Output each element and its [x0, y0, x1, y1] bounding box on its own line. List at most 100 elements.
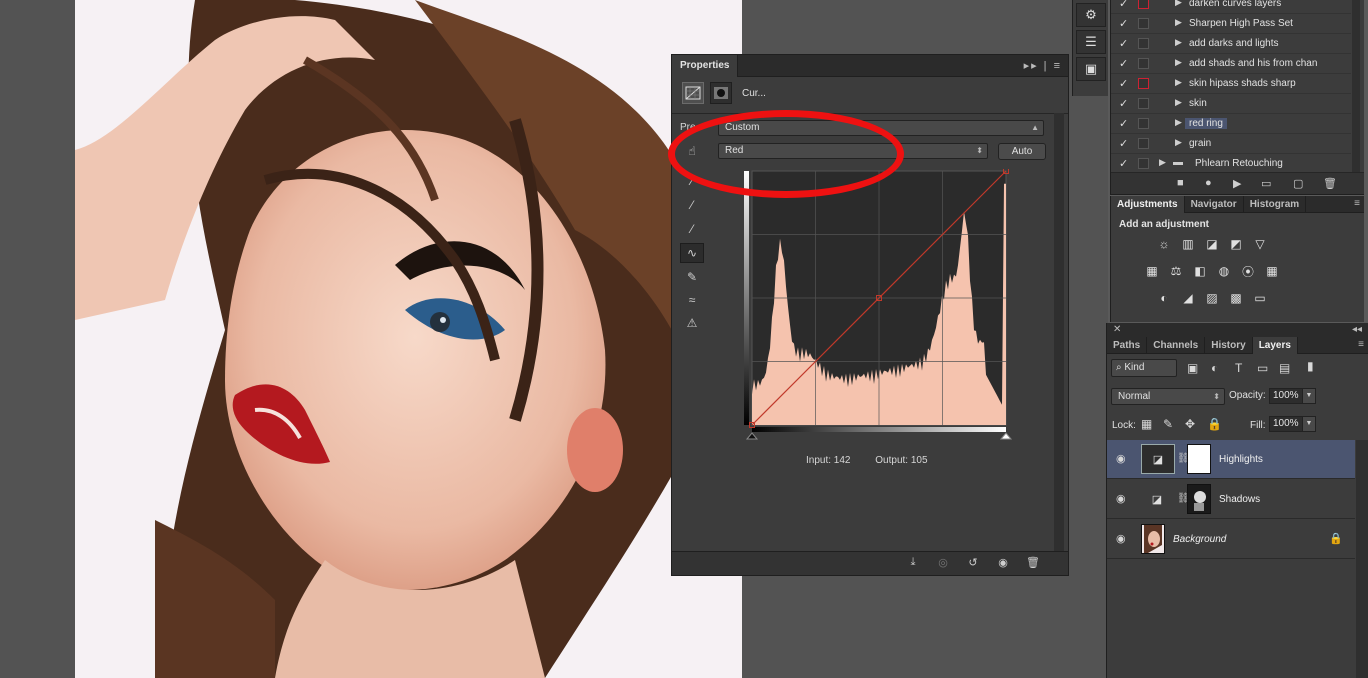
pencil-draw-icon[interactable]: ✎ — [680, 267, 704, 287]
tab-layers[interactable]: Layers — [1252, 337, 1298, 354]
type-filter-icon[interactable]: T — [1235, 361, 1242, 375]
view-previous-icon[interactable]: ◎ — [934, 556, 952, 572]
folder-icon[interactable]: ▭ — [1261, 177, 1271, 190]
properties-icon[interactable]: ☰ — [1076, 30, 1106, 54]
action-row[interactable]: ✓ ▶ Sharpen High Pass Set — [1111, 14, 1351, 34]
filter-toggle-icon[interactable]: ▮ — [1307, 359, 1314, 373]
channel-mixer-icon[interactable]: ⦿ — [1239, 263, 1257, 279]
visibility-eye-icon[interactable]: ◉ — [1116, 452, 1126, 465]
record-icon[interactable]: ● — [1205, 177, 1212, 189]
trash-icon[interactable]: 🗑 — [1323, 177, 1337, 190]
brightness-contrast-icon[interactable]: ☼ — [1155, 236, 1173, 252]
dialog-toggle-box[interactable] — [1138, 0, 1149, 9]
collapse-icon[interactable]: ◂◂ — [1352, 324, 1362, 335]
dialog-toggle-box[interactable] — [1138, 158, 1149, 169]
visibility-eye-icon[interactable]: ◉ — [994, 556, 1012, 572]
action-label[interactable]: darken curves layers — [1189, 0, 1281, 9]
panel-menu-icon[interactable]: ▸▸ | ≡ — [1024, 59, 1062, 72]
dialog-toggle-box[interactable] — [1138, 138, 1149, 149]
expand-triangle-icon[interactable]: ▶ — [1175, 17, 1182, 28]
panel-menu-icon[interactable]: ≡ — [1354, 198, 1360, 209]
hue-saturation-icon[interactable]: ▦ — [1143, 263, 1161, 279]
white-point-eyedropper-icon[interactable]: ⁄ — [680, 219, 704, 239]
visibility-eye-icon[interactable]: ◉ — [1116, 532, 1126, 545]
check-icon[interactable]: ✓ — [1119, 117, 1131, 130]
close-icon[interactable]: ✕ — [1113, 324, 1121, 335]
lock-transparent-icon[interactable]: ▦ — [1141, 417, 1152, 431]
filter-kind-dropdown[interactable]: ⌕ Kind — [1111, 359, 1177, 377]
tab-channels[interactable]: Channels — [1147, 337, 1206, 354]
tab-navigator[interactable]: Navigator — [1185, 196, 1244, 213]
properties-scrollbar[interactable] — [1054, 113, 1064, 551]
dialog-toggle-box[interactable] — [1138, 118, 1149, 129]
action-row[interactable]: ✓ ▶ red ring — [1111, 114, 1351, 134]
layer-row-shadows[interactable]: ◉ ◪ ⛓ Shadows — [1107, 480, 1355, 519]
lock-all-icon[interactable]: 🔒 — [1207, 417, 1222, 431]
action-row[interactable]: ✓ ▶ add shads and his from chan — [1111, 54, 1351, 74]
action-label[interactable]: skin — [1189, 98, 1207, 109]
curves-adjustment-icon[interactable] — [682, 82, 704, 104]
threshold-icon[interactable]: ▨ — [1203, 290, 1221, 306]
tab-properties[interactable]: Properties — [672, 55, 739, 77]
blend-mode-dropdown[interactable]: Normal ⬍ — [1111, 388, 1225, 405]
action-label[interactable]: Phlearn Retouching — [1195, 158, 1283, 169]
tab-history[interactable]: History — [1205, 337, 1253, 354]
layer-row-background[interactable]: ◉ Background 🔒 — [1107, 520, 1355, 559]
curves-graph[interactable] — [744, 168, 1014, 445]
new-action-icon[interactable]: ▢ — [1293, 177, 1303, 190]
pixel-filter-icon[interactable]: ▣ — [1187, 361, 1198, 375]
layer-name[interactable]: Background — [1173, 534, 1226, 545]
layer-name[interactable]: Highlights — [1219, 454, 1263, 465]
fill-slider-arrow-icon[interactable]: ▼ — [1302, 416, 1316, 432]
reset-icon[interactable]: ↺ — [964, 556, 982, 572]
white-layer-mask[interactable] — [1187, 444, 1211, 474]
check-icon[interactable]: ✓ — [1119, 77, 1131, 90]
auto-button[interactable]: Auto — [998, 143, 1046, 160]
photo-layer-mask[interactable] — [1187, 484, 1211, 514]
actions-scrollbar[interactable] — [1352, 0, 1360, 172]
portrait-photo[interactable] — [75, 0, 742, 678]
tab-histogram[interactable]: Histogram — [1244, 196, 1307, 213]
check-icon[interactable]: ✓ — [1119, 97, 1131, 110]
expand-triangle-icon[interactable]: ▶ — [1175, 57, 1182, 68]
lock-position-icon[interactable]: ✥ — [1185, 417, 1195, 431]
visibility-eye-icon[interactable]: ◉ — [1116, 492, 1126, 505]
dialog-toggle-box[interactable] — [1138, 38, 1149, 49]
smart-object-filter-icon[interactable]: ▤ — [1279, 361, 1290, 375]
shape-filter-icon[interactable]: ▭ — [1257, 361, 1268, 375]
check-icon[interactable]: ✓ — [1119, 137, 1131, 150]
action-row[interactable]: ✓ ▶ skin hipass shads sharp — [1111, 74, 1351, 94]
vibrance-icon[interactable]: ▽ — [1251, 236, 1269, 252]
tool-presets-icon[interactable]: ⚙ — [1076, 3, 1106, 27]
adjustment-filter-icon[interactable]: ◐ — [1211, 361, 1218, 375]
black-white-icon[interactable]: ◧ — [1191, 263, 1209, 279]
layers-scrollbar[interactable] — [1356, 440, 1368, 678]
action-label[interactable]: add shads and his from chan — [1189, 58, 1317, 69]
check-icon[interactable]: ✓ — [1119, 37, 1131, 50]
curve-point-tool-icon[interactable]: ∿ — [680, 243, 704, 263]
expand-triangle-icon[interactable]: ▶ — [1159, 157, 1166, 168]
action-label[interactable]: grain — [1189, 138, 1211, 149]
layer-mask-icon[interactable] — [710, 82, 732, 104]
clipping-warning-icon[interactable]: ⚠ — [680, 313, 704, 333]
posterize-icon[interactable]: ◢ — [1179, 290, 1197, 306]
expand-triangle-icon[interactable]: ▶ — [1175, 77, 1182, 88]
levels-icon[interactable]: ▥ — [1179, 236, 1197, 252]
panel-menu-icon[interactable]: ≡ — [1358, 339, 1364, 350]
gradient-map-icon[interactable]: ▭ — [1251, 290, 1269, 306]
action-label[interactable]: red ring — [1185, 118, 1227, 129]
action-label[interactable]: Sharpen High Pass Set — [1189, 18, 1293, 29]
photo-filter-icon[interactable]: ◍ — [1215, 263, 1233, 279]
curves-icon[interactable]: ◪ — [1203, 236, 1221, 252]
layer-name[interactable]: Shadows — [1219, 494, 1260, 505]
clip-to-layer-icon[interactable]: ⤓ — [904, 556, 922, 572]
action-row[interactable]: ✓ ▶ darken curves layers — [1111, 0, 1351, 14]
expand-triangle-icon[interactable]: ▶ — [1175, 37, 1182, 48]
check-icon[interactable]: ✓ — [1119, 57, 1131, 70]
lock-image-icon[interactable]: ✎ — [1163, 417, 1173, 431]
smooth-curve-icon[interactable]: ≈ — [680, 290, 704, 310]
action-label[interactable]: add darks and lights — [1189, 38, 1279, 49]
fill-input[interactable]: 100% — [1269, 416, 1303, 432]
action-label[interactable]: skin hipass shads sharp — [1189, 78, 1296, 89]
action-row[interactable]: ✓ ▶ add darks and lights — [1111, 34, 1351, 54]
